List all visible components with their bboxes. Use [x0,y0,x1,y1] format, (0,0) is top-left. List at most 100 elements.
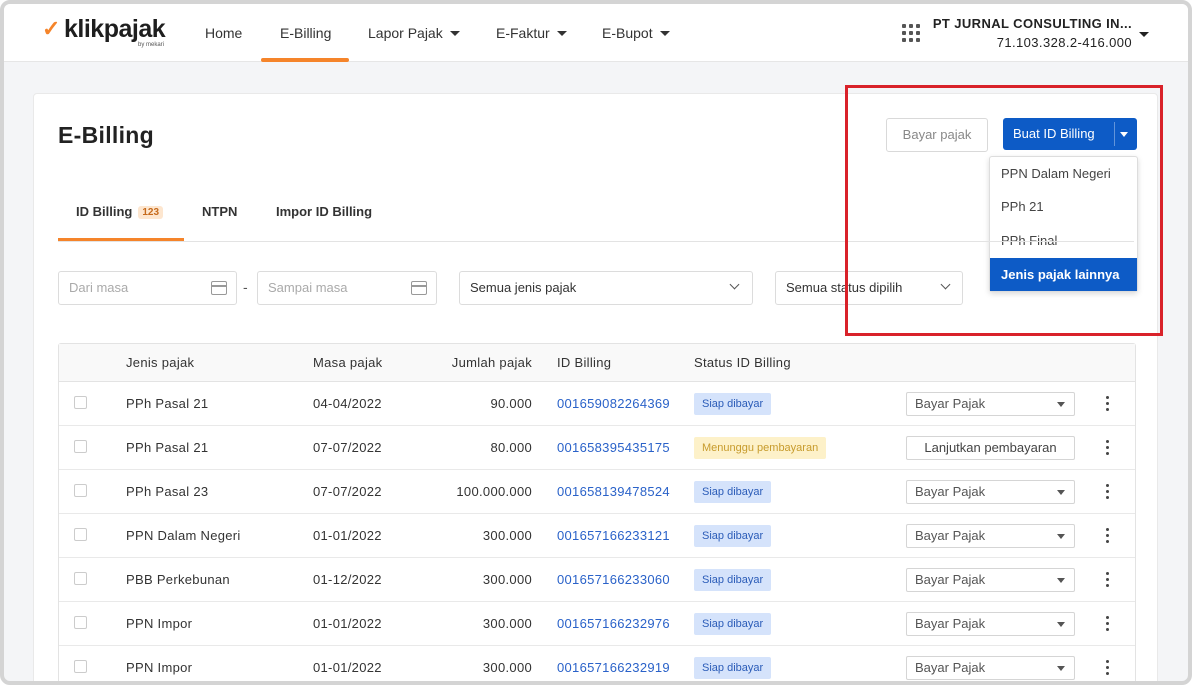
dropdown-caret-icon[interactable] [1120,132,1128,137]
tab-ntpn-label: NTPN [202,204,238,219]
cell-masa-pajak: 01-01/2022 [313,616,382,631]
company-caret-down-icon[interactable] [1139,32,1149,37]
bayar-pajak-select[interactable]: Bayar Pajak [906,480,1075,504]
cell-jumlah-pajak: 80.000 [490,440,532,455]
jenis-pajak-select[interactable]: Semua jenis pajak [459,271,753,305]
nav-e-faktur[interactable]: E-Faktur [496,4,567,62]
col-id-billing[interactable]: ID Billing [557,344,611,382]
status-select-value: Semua status dipilih [786,280,903,295]
caret-down-icon [1057,622,1065,627]
row-checkbox[interactable] [74,440,87,453]
bayar-pajak-select-label: Bayar Pajak [915,616,986,631]
id-billing-link[interactable]: 001657166233060 [557,558,670,602]
cell-masa-pajak: 07-07/2022 [313,440,382,455]
lanjutkan-pembayaran-button[interactable]: Lanjutkan pembayaran [906,436,1075,460]
id-billing-table: Jenis pajak Masa pajak Jumlah pajak ID B… [58,343,1136,681]
cell-jenis-pajak: PBB Perkebunan [126,572,230,587]
calendar-icon[interactable] [411,281,427,295]
nav-active-indicator [261,58,349,62]
more-options-icon[interactable] [1105,660,1109,676]
menu-item-jenis-pajak-lainnya[interactable]: Jenis pajak lainnya [990,258,1137,291]
more-options-icon[interactable] [1105,484,1109,500]
cell-masa-pajak: 07-07/2022 [313,484,382,499]
col-status-id-billing[interactable]: Status ID Billing [694,344,791,382]
bayar-pajak-select[interactable]: Bayar Pajak [906,656,1075,680]
nav-e-bupot[interactable]: E-Bupot [602,4,670,62]
tab-id-billing[interactable]: ID Billing 123 [76,204,164,220]
calendar-icon[interactable] [211,281,227,295]
bayar-pajak-select[interactable]: Bayar Pajak [906,568,1075,592]
bayar-pajak-select[interactable]: Bayar Pajak [906,524,1075,548]
company-npwp: 71.103.328.2-416.000 [996,35,1132,50]
col-masa-pajak[interactable]: Masa pajak [313,344,382,382]
row-checkbox[interactable] [74,528,87,541]
more-options-icon[interactable] [1105,396,1109,412]
cell-jenis-pajak: PPh Pasal 21 [126,440,209,455]
menu-item-ppn-dalam-negeri[interactable]: PPN Dalam Negeri [990,157,1137,190]
id-billing-link[interactable]: 001657166232976 [557,602,670,646]
row-checkbox[interactable] [74,396,87,409]
logo-mark-icon: ✓ [42,16,61,41]
row-checkbox[interactable] [74,616,87,629]
klikpajak-logo[interactable]: ✓ klikpajak by mekari [42,14,172,52]
id-billing-link[interactable]: 001657166232919 [557,646,670,681]
cell-jumlah-pajak: 90.000 [490,396,532,411]
tab-ntpn[interactable]: NTPN [202,204,237,219]
table-row: PBB Perkebunan 01-12/2022 300.000 001657166… [59,558,1135,602]
nav-e-billing[interactable]: E-Billing [280,4,331,62]
bayar-pajak-select-label: Bayar Pajak [915,660,986,675]
sampai-masa-input[interactable]: Sampai masa [257,271,437,305]
bayar-pajak-button[interactable]: Bayar pajak [886,118,988,152]
table-row: PPN Dalam Negeri 01-01/2022 300.000 0016571… [59,514,1135,558]
menu-item-pph-21[interactable]: PPh 21 [990,190,1137,223]
dari-masa-input[interactable]: Dari masa [58,271,237,305]
col-jumlah-pajak[interactable]: Jumlah pajak [432,344,532,382]
row-checkbox[interactable] [74,484,87,497]
caret-down-icon [659,30,670,36]
caret-down-icon [1057,402,1065,407]
cell-masa-pajak: 01-01/2022 [313,660,382,675]
bayar-pajak-select-label: Bayar Pajak [915,528,986,543]
range-separator: - [243,279,248,295]
bayar-pajak-select-label: Bayar Pajak [915,484,986,499]
table-row: PPN Impor 01-01/2022 300.000 00165716623291… [59,646,1135,681]
id-billing-link[interactable]: 001657166233121 [557,514,670,558]
bayar-pajak-select[interactable]: Bayar Pajak [906,612,1075,636]
caret-down-icon [449,30,460,36]
row-checkbox[interactable] [74,572,87,585]
status-badge: Siap dibayar [694,525,772,547]
cell-jenis-pajak: PPN Dalam Negeri [126,528,241,543]
more-options-icon[interactable] [1105,528,1109,544]
nav-lapor-pajak-label: Lapor Pajak [368,25,443,41]
cell-masa-pajak: 04-04/2022 [313,396,382,411]
buat-id-billing-button[interactable]: Buat ID Billing [1003,118,1137,150]
tab-impor-id-billing[interactable]: Impor ID Billing [276,204,372,219]
bayar-pajak-select-label: Bayar Pajak [915,396,986,411]
more-options-icon[interactable] [1105,616,1109,632]
company-switcher[interactable]: PT JURNAL CONSULTING IN... 71.103.328.2-… [872,14,1132,52]
id-billing-link[interactable]: 001658139478524 [557,470,670,514]
bayar-pajak-select[interactable]: Bayar Pajak [906,392,1075,416]
id-billing-link[interactable]: 001658395435175 [557,426,670,470]
col-jenis-pajak[interactable]: Jenis pajak [126,344,194,382]
table-row: PPh Pasal 21 04-04/2022 90.000 001659082264… [59,382,1135,426]
split-divider [1114,122,1115,146]
chevron-down-icon [940,279,951,290]
cell-jumlah-pajak: 300.000 [482,528,532,543]
nav-home[interactable]: Home [205,4,242,62]
top-navbar: ✓ klikpajak by mekari Home E-Billing Lap… [4,4,1188,62]
nav-lapor-pajak[interactable]: Lapor Pajak [368,4,460,62]
tab-id-billing-label: ID Billing [76,204,133,219]
status-badge: Siap dibayar [694,569,772,591]
row-checkbox[interactable] [74,660,87,673]
caret-down-icon [1057,490,1065,495]
status-select[interactable]: Semua status dipilih [775,271,963,305]
cell-jenis-pajak: PPN Impor [126,660,193,675]
cell-jumlah-pajak: 100.000.000 [456,484,532,499]
nav-e-faktur-label: E-Faktur [496,25,550,41]
nav-home-label: Home [205,25,243,41]
more-options-icon[interactable] [1105,440,1109,456]
id-billing-link[interactable]: 001659082264369 [557,382,670,426]
tab-impor-id-billing-label: Impor ID Billing [276,204,373,219]
more-options-icon[interactable] [1105,572,1109,588]
